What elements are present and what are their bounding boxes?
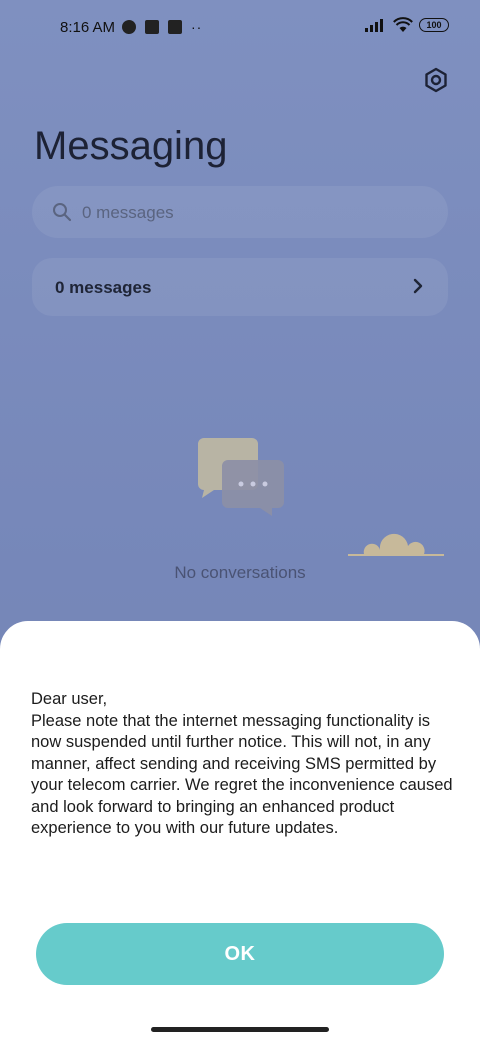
messages-row[interactable]: 0 messages — [32, 258, 448, 316]
signal-icon — [365, 19, 383, 32]
cloud-decoration-icon — [348, 533, 444, 556]
page-title: Messaging — [34, 124, 228, 168]
wifi-icon — [393, 17, 413, 32]
chat-bubbles-icon — [198, 438, 284, 516]
dialog-message: Dear user, Please note that the internet… — [31, 690, 453, 837]
battery-icon: 100 — [419, 18, 449, 32]
chevron-right-icon — [413, 278, 423, 294]
upload-notification-icon — [168, 20, 182, 34]
search-icon — [53, 203, 72, 222]
search-placeholder: 0 messages — [82, 203, 174, 222]
status-bar: 8:16 AM ·· 100 — [0, 0, 480, 56]
home-indicator[interactable] — [151, 1027, 329, 1032]
search-input[interactable]: 0 messages — [32, 186, 448, 238]
messages-row-label: 0 messages — [55, 278, 152, 297]
app-notification-icon — [122, 20, 136, 34]
app-notification-icon — [145, 20, 159, 34]
notification-icons: ·· — [122, 20, 202, 34]
system-icons: 100 — [365, 17, 449, 33]
ok-button[interactable]: OK — [36, 923, 444, 985]
messaging-screen: 8:16 AM ·· 100 Messaging 0 messages 0 me… — [0, 0, 480, 1040]
empty-state-text: No conversations — [174, 563, 306, 582]
gear-icon[interactable] — [422, 66, 450, 94]
more-notifications-icon: ·· — [191, 19, 203, 35]
status-time: 8:16 AM — [60, 19, 116, 36]
